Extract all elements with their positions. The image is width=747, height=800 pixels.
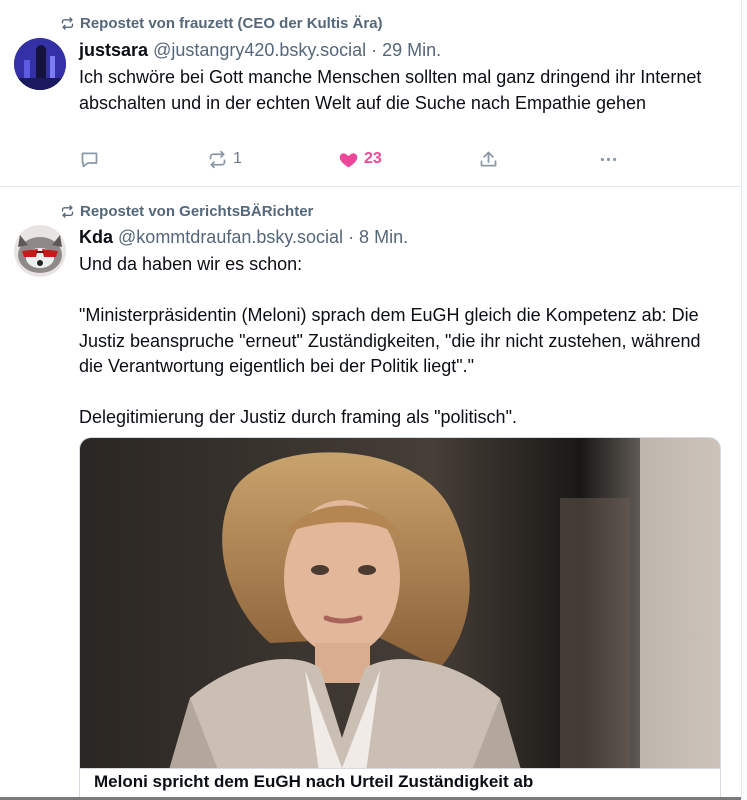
post-kda[interactable]: Repostet von GerichtsBÄRichter Kda @komm… — [0, 187, 741, 800]
reply-button[interactable] — [79, 147, 100, 171]
post-content: justsara @justangry420.bsky.social · 29 … — [79, 38, 721, 116]
like-button[interactable]: 23 — [338, 147, 382, 171]
author-name[interactable]: Kda — [79, 227, 113, 247]
post-header: justsara @justangry420.bsky.social · 29 … — [79, 38, 721, 62]
avatar[interactable] — [14, 38, 66, 90]
repost-icon — [61, 16, 74, 30]
post-justsara[interactable]: Repostet von frauzett (CEO der Kultis Är… — [0, 0, 741, 187]
repost-label: Repostet von GerichtsBÄRichter — [80, 202, 314, 220]
repost-icon — [61, 204, 74, 218]
scrollbar-track[interactable] — [741, 0, 747, 800]
repost-indicator[interactable]: Repostet von frauzett (CEO der Kultis Är… — [60, 13, 383, 33]
post-actions: 1 23 — [79, 147, 721, 171]
post-text: Und da haben wir es schon: "Ministerpräs… — [79, 252, 721, 431]
reply-icon — [81, 152, 98, 167]
heart-icon — [339, 152, 358, 167]
post-time[interactable]: · 29 Min. — [366, 40, 441, 60]
repost-count: 1 — [233, 150, 242, 167]
like-count: 23 — [364, 150, 382, 167]
embed-thumbnail — [80, 438, 720, 799]
repost-indicator[interactable]: Repostet von GerichtsBÄRichter — [60, 201, 313, 221]
post-text: Ich schwöre bei Gott manche Menschen sol… — [79, 67, 702, 113]
link-embed-card[interactable]: Meloni spricht dem EuGH nach Urteil Zust… — [79, 437, 721, 800]
share-button[interactable] — [478, 147, 499, 171]
share-icon — [480, 151, 497, 166]
post-header: Kda @kommtdraufan.bsky.social · 8 Min. — [79, 225, 721, 249]
more-icon — [600, 157, 617, 161]
avatar[interactable] — [14, 225, 66, 277]
post-content: Kda @kommtdraufan.bsky.social · 8 Min. U… — [79, 225, 721, 431]
repost-button[interactable]: 1 — [207, 147, 242, 171]
more-button[interactable] — [598, 147, 619, 171]
post-paragraph: "Ministerpräsidentin (Meloni) sprach dem… — [79, 305, 701, 376]
author-handle[interactable]: @justangry420.bsky.social — [153, 40, 366, 60]
author-handle[interactable]: @kommtdraufan.bsky.social — [118, 227, 343, 247]
avatar-image — [14, 38, 66, 90]
post-time[interactable]: · 8 Min. — [343, 227, 408, 247]
feed: Repostet von frauzett (CEO der Kultis Är… — [0, 0, 741, 800]
author-name[interactable]: justsara — [79, 40, 148, 60]
repost-icon — [209, 150, 226, 168]
repost-label: Repostet von frauzett (CEO der Kultis Är… — [80, 14, 383, 32]
embed-title: Meloni spricht dem EuGH nach Urteil Zust… — [94, 772, 534, 791]
avatar-image — [14, 225, 66, 277]
post-paragraph: Delegitimierung der Justiz durch framing… — [79, 407, 517, 427]
post-paragraph: Und da haben wir es schon: — [79, 254, 303, 274]
